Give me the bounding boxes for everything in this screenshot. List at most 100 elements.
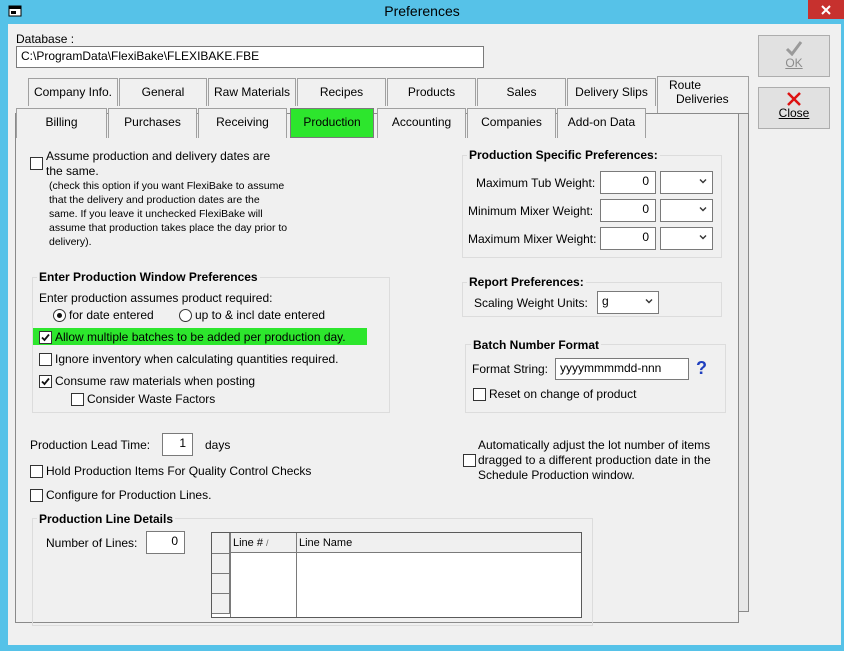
consume-raw-materials-label: Consume raw materials when posting xyxy=(55,374,256,388)
tab-company-info[interactable]: Company Info. xyxy=(28,78,118,106)
checkmark-icon xyxy=(785,41,803,56)
assume-note-line: (check this option if you want FlexiBake… xyxy=(49,180,285,192)
auto-adjust-line3: Schedule Production window. xyxy=(478,468,635,482)
tab-receiving[interactable]: Receiving xyxy=(198,108,287,138)
tab-companies[interactable]: Companies xyxy=(467,108,556,138)
consume-raw-materials-checkbox[interactable] xyxy=(39,375,52,388)
report-preferences-title: Report Preferences: xyxy=(467,275,586,289)
max-tub-weight-unit-select[interactable] xyxy=(660,171,713,194)
chevron-down-icon xyxy=(699,179,707,184)
tab-label: Raw Materials xyxy=(213,85,291,99)
grid-row-header[interactable] xyxy=(212,574,230,594)
max-tub-weight-field[interactable]: 0 xyxy=(600,171,656,194)
ignore-inventory-label: Ignore inventory when calculating quanti… xyxy=(55,352,339,366)
tab-label: Receiving xyxy=(216,115,269,129)
column-header-text: Line # xyxy=(233,537,263,549)
column-header-line-number[interactable]: Line # / xyxy=(233,537,269,549)
tab-label-line1: Route xyxy=(669,78,702,92)
assume-note-line: that the delivery and production dates a… xyxy=(49,194,260,206)
max-mixer-weight-field[interactable]: 0 xyxy=(600,227,656,250)
lead-time-unit: days xyxy=(205,438,231,452)
production-lines-grid[interactable]: Line # / Line Name xyxy=(211,532,582,618)
grid-row-header[interactable] xyxy=(212,554,230,574)
auto-adjust-lot-checkbox[interactable] xyxy=(463,454,476,467)
radio-dot xyxy=(57,313,62,318)
ok-button-label: OK xyxy=(785,56,803,70)
tab-billing[interactable]: Billing xyxy=(16,108,107,138)
tab-delivery-slips[interactable]: Delivery Slips xyxy=(567,78,656,106)
close-button[interactable]: Close xyxy=(758,87,830,129)
assume-note-line: delivery). xyxy=(49,236,92,248)
title-bar[interactable]: Preferences xyxy=(0,0,844,24)
scaling-units-value: g xyxy=(602,294,609,308)
column-separator xyxy=(230,533,231,617)
tab-raw-materials[interactable]: Raw Materials xyxy=(208,78,296,106)
tab-label: Companies xyxy=(481,115,542,129)
min-mixer-weight-label: Minimum Mixer Weight: xyxy=(468,204,594,218)
scaling-weight-units-select[interactable]: g xyxy=(597,291,659,314)
tab-label: Company Info. xyxy=(33,85,113,99)
min-mixer-weight-unit-select[interactable] xyxy=(660,199,713,222)
assume-note-line: assume that production takes place the d… xyxy=(49,222,288,234)
scaling-weight-units-label: Scaling Weight Units: xyxy=(474,296,588,310)
production-specific-title: Production Specific Preferences: xyxy=(467,148,660,162)
database-path-field[interactable]: C:\ProgramData\FlexiBake\FLEXIBAKE.FBE xyxy=(16,46,484,68)
tab-general[interactable]: General xyxy=(119,78,207,106)
tab-sales[interactable]: Sales xyxy=(477,78,566,106)
lead-time-label: Production Lead Time: xyxy=(30,438,151,452)
number-of-lines-field[interactable]: 0 xyxy=(146,531,185,554)
for-date-entered-radio[interactable] xyxy=(53,309,66,322)
red-x-icon xyxy=(787,92,801,106)
allow-multiple-batches-label: Allow multiple batches to be added per p… xyxy=(55,330,346,344)
window-close-button[interactable] xyxy=(808,0,844,19)
lead-time-field[interactable]: 1 xyxy=(162,433,193,456)
tab-label: Add-on Data xyxy=(567,115,636,129)
max-mixer-weight-unit-select[interactable] xyxy=(660,227,713,250)
tab-purchases[interactable]: Purchases xyxy=(108,108,197,138)
consider-waste-factors-label: Consider Waste Factors xyxy=(87,392,216,406)
sort-indicator-icon: / xyxy=(266,538,269,548)
number-of-lines-label: Number of Lines: xyxy=(46,536,138,550)
tab-label: General xyxy=(141,85,185,99)
chevron-down-icon xyxy=(699,235,707,240)
tab-label: Recipes xyxy=(319,85,364,99)
production-line-details-title: Production Line Details xyxy=(37,512,176,526)
production-window-group-title: Enter Production Window Preferences xyxy=(37,270,260,284)
preferences-window: Preferences Database : C:\ProgramData\Fl… xyxy=(0,0,844,651)
allow-multiple-batches-checkbox[interactable] xyxy=(39,331,52,344)
tab-panel-shadow xyxy=(739,113,749,612)
format-string-label: Format String: xyxy=(472,362,549,376)
auto-adjust-line1: Automatically adjust the lot number of i… xyxy=(478,438,711,452)
chevron-down-icon xyxy=(699,207,707,212)
ok-button[interactable]: OK xyxy=(758,35,830,77)
tab-label: Production xyxy=(303,115,361,129)
configure-lines-checkbox[interactable] xyxy=(30,489,43,502)
tab-recipes[interactable]: Recipes xyxy=(297,78,386,106)
tab-route-deliveries[interactable]: Route Deliveries xyxy=(657,76,749,114)
tab-label-line2: Deliveries xyxy=(676,92,729,106)
assume-same-dates-checkbox[interactable] xyxy=(30,157,43,170)
reset-on-change-checkbox[interactable] xyxy=(473,388,486,401)
tab-add-on-data[interactable]: Add-on Data xyxy=(557,108,646,138)
tab-label: Delivery Slips xyxy=(575,85,648,99)
format-string-field[interactable]: yyyymmmmdd-nnn xyxy=(555,358,689,380)
help-question-icon[interactable]: ? xyxy=(696,358,707,379)
tab-products[interactable]: Products xyxy=(387,78,476,106)
grid-corner xyxy=(212,533,230,554)
close-button-label: Close xyxy=(778,106,810,120)
hold-qc-checkbox[interactable] xyxy=(30,465,43,478)
grid-row-header[interactable] xyxy=(212,594,230,614)
max-tub-weight-label: Maximum Tub Weight: xyxy=(476,176,596,190)
tab-production[interactable]: Production xyxy=(290,108,374,138)
tab-accounting[interactable]: Accounting xyxy=(377,108,466,138)
ignore-inventory-checkbox[interactable] xyxy=(39,353,52,366)
tab-label: Sales xyxy=(506,85,537,99)
batch-number-title: Batch Number Format xyxy=(471,338,602,352)
up-to-incl-radio[interactable] xyxy=(179,309,192,322)
min-mixer-weight-field[interactable]: 0 xyxy=(600,199,656,222)
tab-label: Billing xyxy=(45,115,78,129)
consider-waste-factors-checkbox[interactable] xyxy=(71,393,84,406)
hold-qc-label: Hold Production Items For Quality Contro… xyxy=(46,464,312,478)
for-date-entered-label: for date entered xyxy=(69,308,154,322)
column-header-line-name[interactable]: Line Name xyxy=(299,537,352,549)
